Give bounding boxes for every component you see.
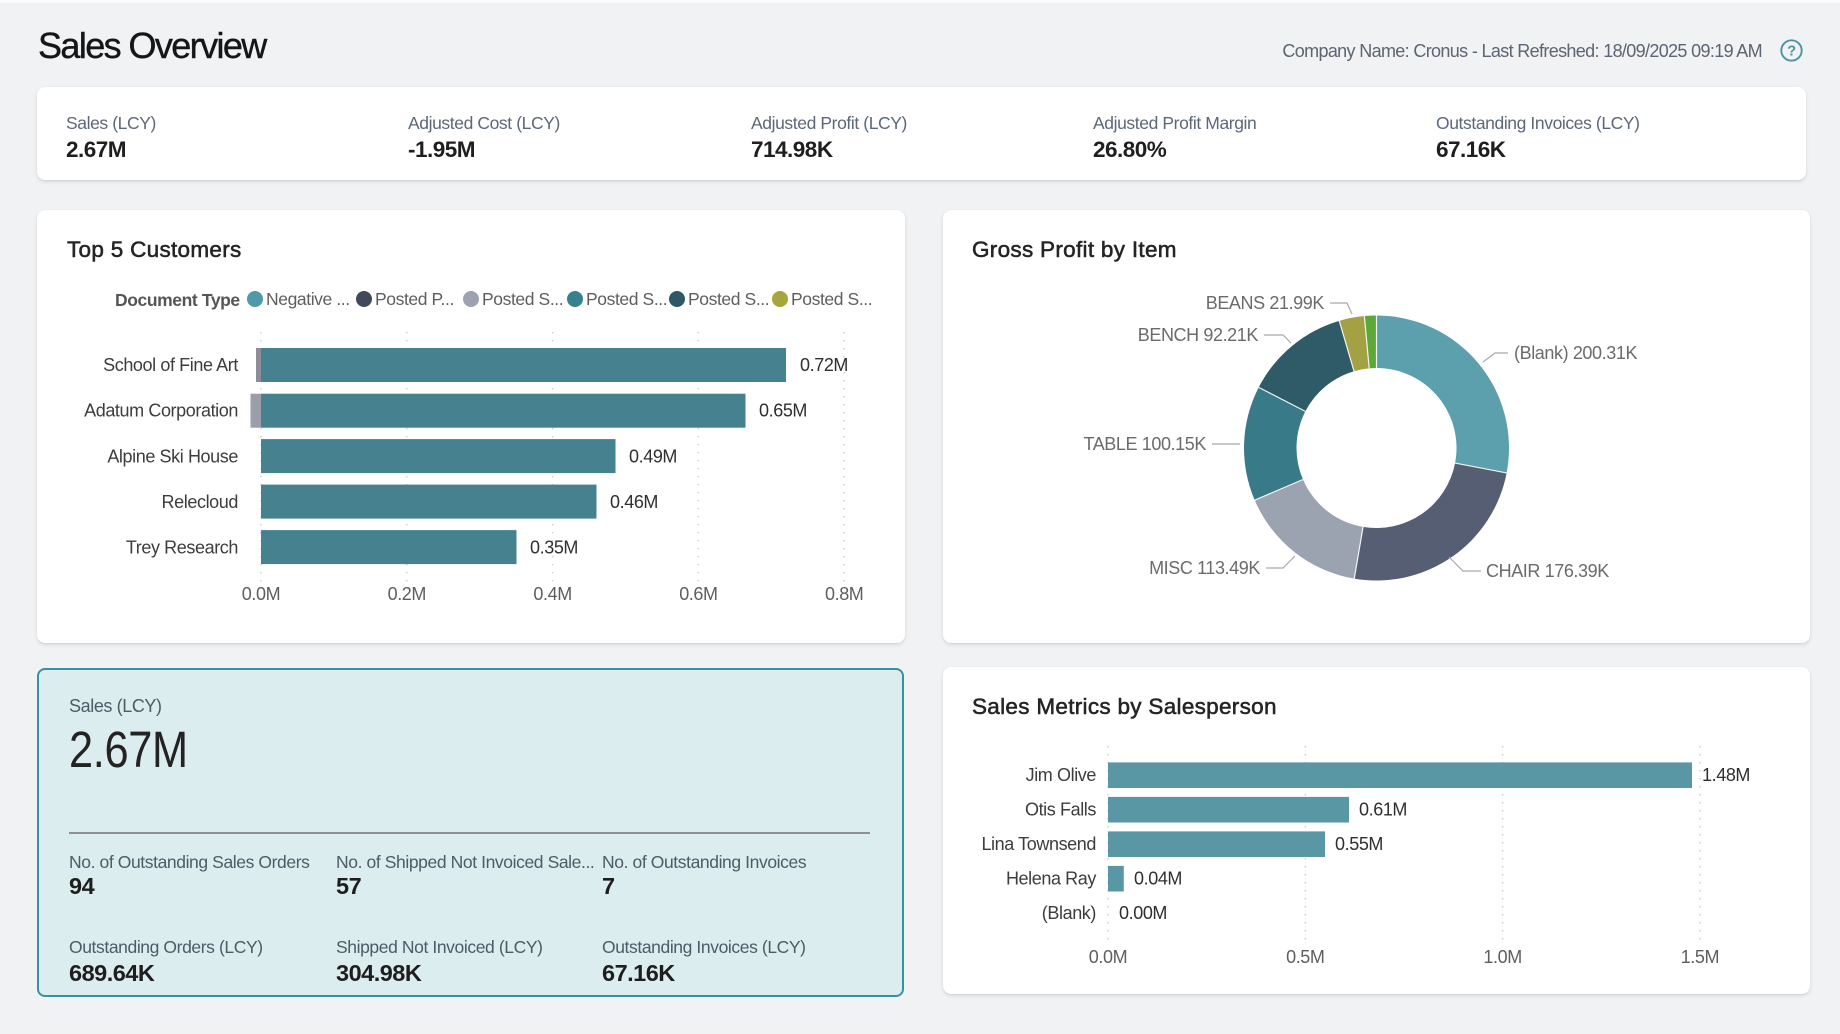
svg-text:(Blank) 200.31K: (Blank) 200.31K: [1514, 343, 1637, 363]
svg-text:0.2M: 0.2M: [388, 584, 426, 604]
svg-text:0.49M: 0.49M: [629, 447, 677, 467]
svg-text:0.5M: 0.5M: [1286, 947, 1324, 967]
svg-text:0.46M: 0.46M: [610, 492, 658, 512]
svg-text:0.6M: 0.6M: [679, 584, 717, 604]
svg-text:Helena Ray: Helena Ray: [1006, 869, 1096, 889]
svg-text:0.72M: 0.72M: [800, 355, 848, 375]
svg-text:Trey Research: Trey Research: [126, 538, 238, 558]
svg-text:0.00M: 0.00M: [1119, 903, 1167, 923]
svg-text:BEANS 21.99K: BEANS 21.99K: [1206, 293, 1325, 313]
svg-text:Alpine Ski House: Alpine Ski House: [107, 447, 238, 467]
svg-text:1.48M: 1.48M: [1702, 765, 1750, 785]
svg-text:BENCH 92.21K: BENCH 92.21K: [1138, 325, 1259, 345]
svg-text:1.0M: 1.0M: [1483, 947, 1521, 967]
svg-text:0.0M: 0.0M: [242, 584, 280, 604]
svg-text:Adatum Corporation: Adatum Corporation: [84, 401, 238, 421]
svg-text:CHAIR 176.39K: CHAIR 176.39K: [1486, 561, 1609, 581]
svg-text:MISC 113.49K: MISC 113.49K: [1149, 558, 1260, 578]
svg-text:0.8M: 0.8M: [825, 584, 863, 604]
svg-text:TABLE 100.15K: TABLE 100.15K: [1083, 434, 1206, 454]
svg-text:0.35M: 0.35M: [530, 538, 578, 558]
svg-text:Jim Olive: Jim Olive: [1026, 765, 1097, 785]
svg-text:0.0M: 0.0M: [1089, 947, 1127, 967]
svg-text:Lina Townsend: Lina Townsend: [981, 834, 1096, 854]
svg-text:0.04M: 0.04M: [1134, 869, 1182, 889]
svg-text:1.5M: 1.5M: [1681, 947, 1719, 967]
svg-text:0.55M: 0.55M: [1335, 834, 1383, 854]
svg-text:0.4M: 0.4M: [533, 584, 571, 604]
svg-text:?: ?: [1787, 43, 1796, 59]
svg-text:Otis Falls: Otis Falls: [1025, 800, 1096, 820]
svg-text:0.61M: 0.61M: [1359, 800, 1407, 820]
svg-text:(Blank): (Blank): [1042, 903, 1096, 923]
svg-text:0.65M: 0.65M: [759, 401, 807, 421]
svg-text:School of Fine Art: School of Fine Art: [103, 355, 238, 375]
svg-text:Relecloud: Relecloud: [162, 492, 238, 512]
